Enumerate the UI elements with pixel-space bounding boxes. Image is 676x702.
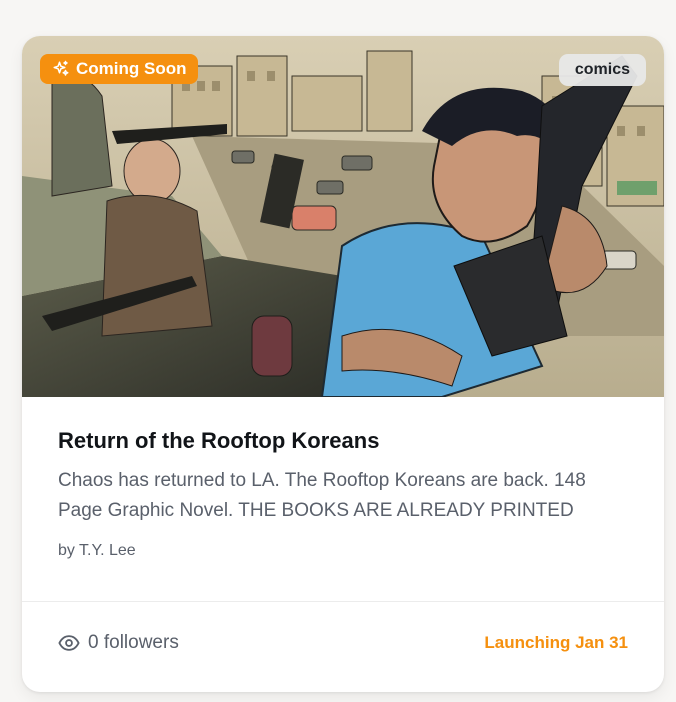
- launch-date: Launching Jan 31: [484, 633, 628, 652]
- project-title[interactable]: Return of the Rooftop Koreans: [58, 428, 628, 454]
- divider: [22, 601, 664, 602]
- card-body: Return of the Rooftop Koreans Chaos has …: [58, 428, 628, 560]
- sparkles-icon: [52, 60, 70, 78]
- project-author: by T.Y. Lee: [58, 542, 136, 559]
- cover-image[interactable]: Coming Soon comics: [22, 36, 664, 397]
- followers-count: 0 followers: [58, 632, 179, 654]
- followers-label: 0 followers: [88, 632, 179, 653]
- card-footer: 0 followers Launching Jan 31: [58, 628, 628, 658]
- coming-soon-label: Coming Soon: [76, 59, 187, 78]
- project-description: Chaos has returned to LA. The Rooftop Ko…: [58, 470, 586, 521]
- coming-soon-badge: Coming Soon: [40, 54, 199, 84]
- eye-icon: [58, 632, 80, 654]
- project-card[interactable]: Coming Soon comics Return of the Rooftop…: [22, 36, 664, 692]
- cover-illustration: [22, 36, 664, 397]
- category-badge[interactable]: comics: [558, 54, 646, 86]
